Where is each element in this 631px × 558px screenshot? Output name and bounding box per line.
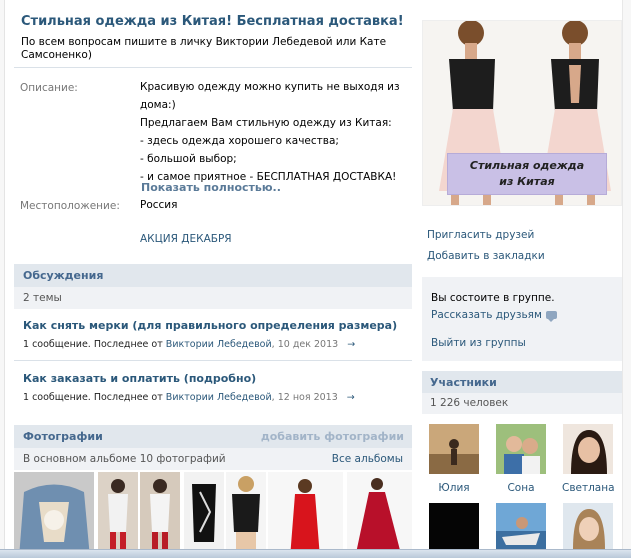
cover-caption-line: Стильная одежда xyxy=(469,159,585,172)
divider xyxy=(14,67,412,68)
description-text: Красивую одежду можно купить не выходя и… xyxy=(140,78,405,186)
avatar[interactable] xyxy=(429,503,479,549)
divider xyxy=(14,360,412,361)
photo-thumbnail[interactable] xyxy=(14,472,94,558)
description-line: Предлагаем Вам стильную одежду из Китая: xyxy=(140,117,392,129)
discussions-title[interactable]: Обсуждения xyxy=(23,269,103,282)
member-item[interactable]: Юлия xyxy=(428,424,480,494)
promo-link[interactable]: АКЦИЯ ДЕКАБРЯ xyxy=(140,233,232,245)
topic-title[interactable]: Как заказать и оплатить (подробно) xyxy=(23,372,256,385)
avatar[interactable] xyxy=(496,503,546,549)
add-bookmark-link[interactable]: Добавить в закладки xyxy=(427,250,545,262)
members-header[interactable]: Участники xyxy=(422,371,622,393)
group-cover-image[interactable]: Стильная одежда из Китая xyxy=(422,20,622,206)
topic-meta-prefix: 1 сообщение. Последнее от xyxy=(23,392,163,403)
invite-friends-link[interactable]: Пригласить друзей xyxy=(427,229,534,241)
photo-thumbnail[interactable] xyxy=(98,472,138,558)
location-label: Местоположение: xyxy=(20,200,120,212)
left-edge-strip xyxy=(0,0,5,558)
description-line: Красивую одежду можно купить не выходя и… xyxy=(140,81,400,93)
avatar[interactable] xyxy=(496,424,546,474)
member-item[interactable] xyxy=(562,503,614,549)
all-albums-link[interactable]: Все альбомы xyxy=(332,453,403,465)
photos-header: Фотографии добавить фотографии xyxy=(14,425,412,448)
leave-group-link[interactable]: Выйти из группы xyxy=(431,337,526,349)
arrow-right-icon[interactable]: → xyxy=(347,339,355,350)
photo-thumbnail[interactable] xyxy=(184,472,224,558)
topic-meta-prefix: 1 сообщение. Последнее от xyxy=(23,339,163,350)
member-item[interactable]: Сона xyxy=(495,424,547,494)
description-label: Описание: xyxy=(20,82,78,94)
location-value: Россия xyxy=(140,199,178,211)
photo-thumbnail[interactable] xyxy=(140,472,180,558)
album-info: В основном альбоме 10 фотографий xyxy=(23,453,226,465)
topic-meta: 1 сообщение. Последнее от Виктории Лебед… xyxy=(23,339,355,350)
membership-box: Вы состоите в группе. Рассказать друзьям… xyxy=(422,277,622,361)
photos-info-bar: В основном альбоме 10 фотографий Все аль… xyxy=(14,448,412,470)
description-line: дома:) xyxy=(140,99,176,111)
member-name[interactable]: Сона xyxy=(495,482,547,494)
cover-caption: Стильная одежда из Китая xyxy=(447,153,607,195)
members-title[interactable]: Участники xyxy=(430,376,497,389)
avatar[interactable] xyxy=(563,424,613,474)
member-name[interactable]: Юлия xyxy=(428,482,480,494)
topic-date: , 12 ноя 2013 xyxy=(271,392,338,403)
topic-meta: 1 сообщение. Последнее от Виктории Лебед… xyxy=(23,392,355,403)
speech-bubble-icon[interactable] xyxy=(545,311,557,322)
discussions-count: 2 темы xyxy=(23,292,62,304)
group-title: Стильная одежда из Китая! Бесплатная дос… xyxy=(21,14,404,29)
description-line: - большой выбор; xyxy=(140,153,237,165)
member-item[interactable] xyxy=(495,503,547,549)
discussions-header[interactable]: Обсуждения xyxy=(14,264,412,287)
right-edge-strip xyxy=(622,0,631,558)
photo-thumbnail[interactable] xyxy=(347,472,412,558)
group-status: По всем вопросам пишите в личку Виктории… xyxy=(21,36,387,61)
taskbar-strip xyxy=(0,549,631,558)
cover-caption-line: из Китая xyxy=(499,175,555,188)
member-item[interactable] xyxy=(428,503,480,549)
members-count-bar: 1 226 человек xyxy=(422,393,622,414)
member-item[interactable]: Светлана xyxy=(562,424,615,494)
topic-title[interactable]: Как снять мерки (для правильного определ… xyxy=(23,319,397,332)
avatar[interactable] xyxy=(429,424,479,474)
members-count: 1 226 человек xyxy=(430,397,509,409)
topic-author-link[interactable]: Виктории Лебедевой xyxy=(166,392,272,403)
membership-status: Вы состоите в группе. xyxy=(431,292,555,304)
topic-date: , 10 дек 2013 xyxy=(271,339,339,350)
discussions-count-bar: 2 темы xyxy=(14,287,412,309)
photo-thumbnail[interactable] xyxy=(268,472,343,558)
add-photos-link[interactable]: добавить фотографии xyxy=(261,430,404,443)
tell-friends-link[interactable]: Рассказать друзьям xyxy=(431,309,557,322)
photos-title[interactable]: Фотографии xyxy=(23,430,103,443)
tell-friends-label[interactable]: Рассказать друзьям xyxy=(431,309,542,321)
topic-author-link[interactable]: Виктории Лебедевой xyxy=(166,339,272,350)
show-more-link[interactable]: Показать полностью.. xyxy=(141,181,281,194)
photo-thumbnail[interactable] xyxy=(226,472,266,558)
avatar[interactable] xyxy=(563,503,613,549)
arrow-right-icon[interactable]: → xyxy=(347,392,355,403)
description-line: - здесь одежда хорошего качества; xyxy=(140,135,339,147)
member-name[interactable]: Светлана xyxy=(562,482,615,494)
